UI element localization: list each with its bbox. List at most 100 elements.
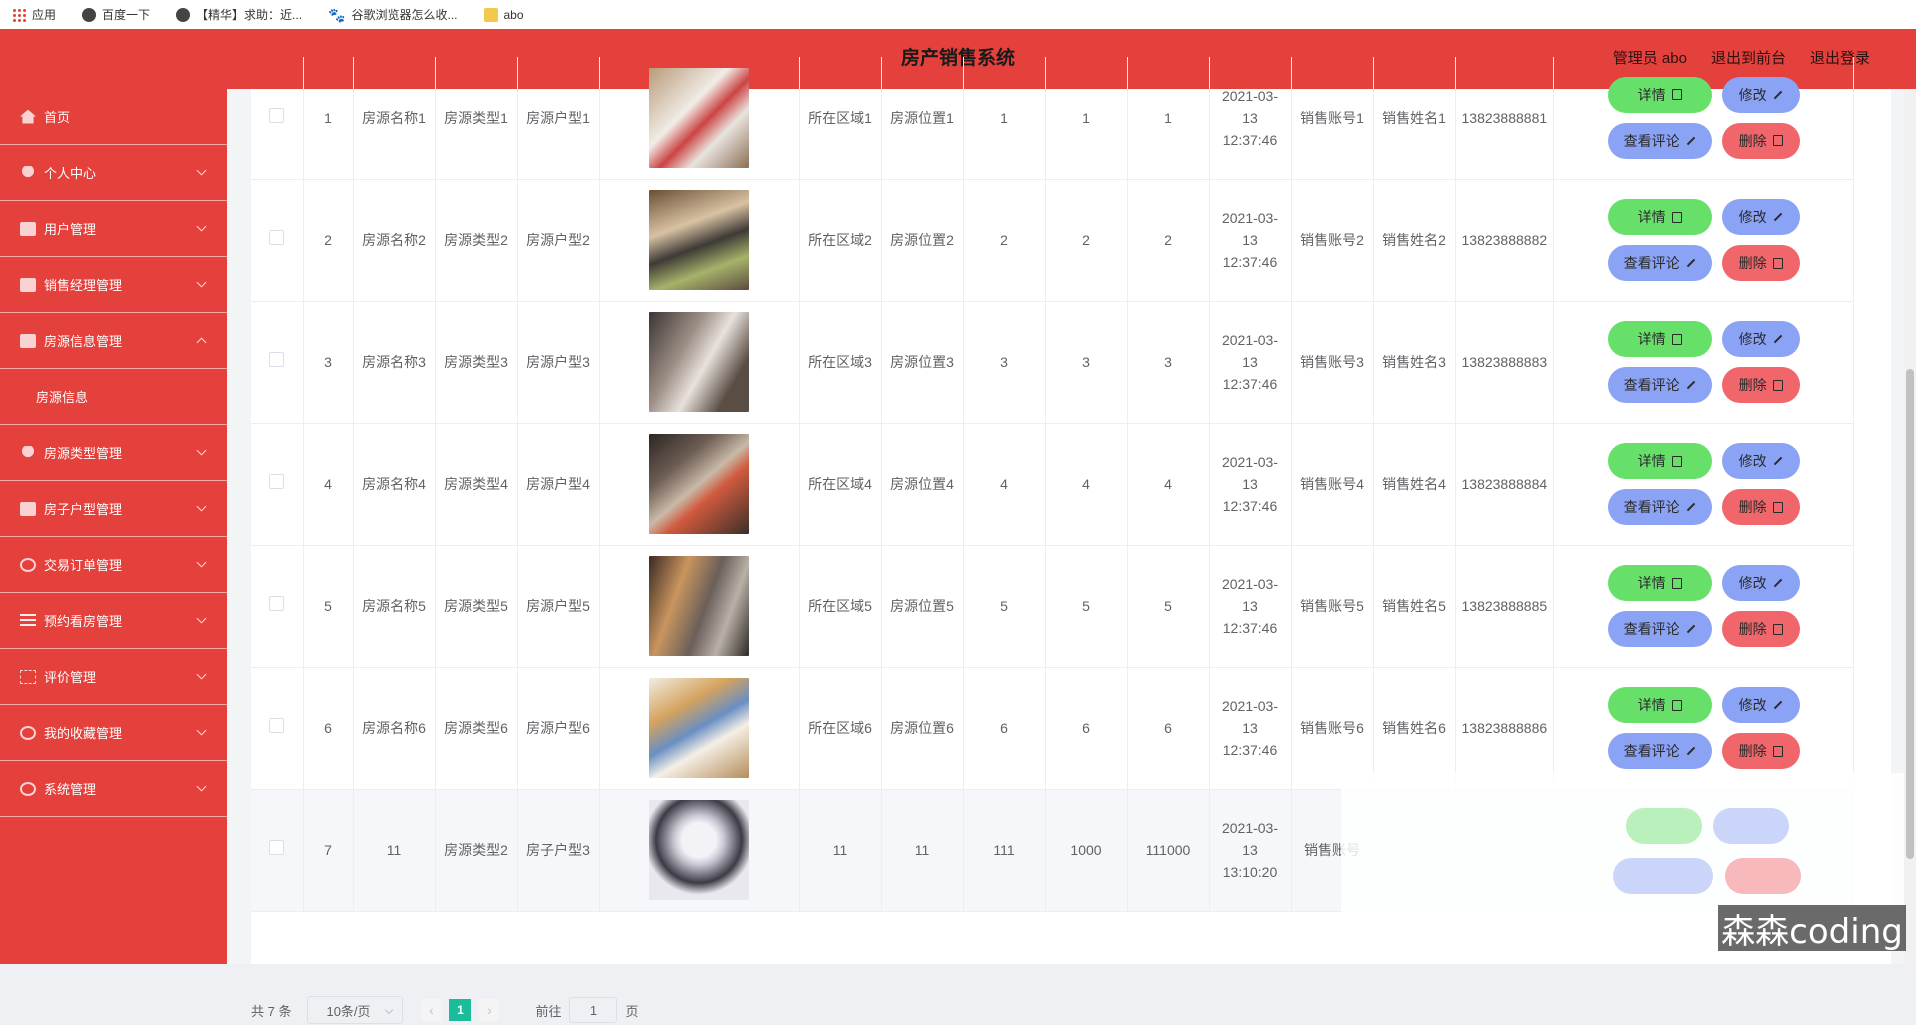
cell-sales-name: 销售姓名1: [1373, 57, 1456, 180]
row-checkbox[interactable]: [269, 230, 285, 245]
next-page-button[interactable]: ›: [479, 999, 500, 1021]
cell-phone: 13823888885: [1455, 545, 1555, 668]
sidebar-item-layouts[interactable]: 房子户型管理: [0, 481, 227, 537]
edit-button[interactable]: 修改: [1721, 565, 1800, 601]
sidebar-item-managers[interactable]: 销售经理管理: [0, 257, 227, 313]
edit-button-label: 修改: [1738, 331, 1767, 347]
edit-button[interactable]: 修改: [1721, 76, 1800, 113]
prev-page-button[interactable]: ‹: [421, 999, 442, 1021]
view-comments-button[interactable]: 查看评论: [1607, 733, 1712, 769]
view-comments-button[interactable]: 查看评论: [1607, 489, 1712, 525]
view-comments-button[interactable]: 查看评论: [1607, 367, 1712, 403]
sidebar-item-orders[interactable]: 交易订单管理: [0, 537, 227, 593]
cell-type: 房源类型6: [435, 667, 518, 790]
edit-button-label: 修改: [1738, 209, 1767, 225]
cell-sales-account: 销售账号5: [1291, 545, 1374, 668]
delete-button[interactable]: 删除: [1721, 245, 1800, 281]
page-number-1[interactable]: 1: [449, 999, 472, 1021]
sidebar-item-home[interactable]: 首页: [0, 89, 227, 145]
edit-button[interactable]: 修改: [1721, 443, 1800, 479]
detail-button[interactable]: 详情: [1607, 443, 1712, 479]
bookmark-baidu[interactable]: 百度一下: [82, 6, 150, 23]
row-select-cell: [251, 301, 304, 424]
view-comments-button[interactable]: 查看评论: [1607, 122, 1712, 159]
cell-type: 房源类型1: [435, 57, 518, 180]
sidebar-item-types[interactable]: 房源类型管理: [0, 425, 227, 481]
chevron-down-icon: [196, 277, 207, 288]
scrollbar-thumb[interactable]: [1906, 369, 1914, 859]
detail-button[interactable]: 详情: [1607, 321, 1712, 357]
delete-button-label: 删除: [1738, 132, 1767, 149]
cell-phone: 13823888882: [1455, 179, 1555, 302]
cell-index: 1: [303, 57, 354, 180]
apps-icon: [12, 7, 26, 22]
sidebar-item-viewings[interactable]: 预约看房管理: [0, 593, 227, 649]
edit-button[interactable]: 修改: [1721, 199, 1800, 235]
edit-button-label: 修改: [1738, 575, 1767, 591]
ring-icon: [20, 557, 36, 572]
delete-button-label: 删除: [1738, 621, 1767, 637]
detail-button[interactable]: 详情: [1607, 687, 1712, 723]
bookmark-abo[interactable]: abo: [483, 7, 524, 22]
trash-icon: [1772, 623, 1783, 635]
row-checkbox[interactable]: [269, 840, 285, 855]
bookmark-apps[interactable]: 应用: [12, 6, 56, 23]
row-checkbox[interactable]: [269, 107, 285, 123]
cell-time: 2021-03-13 12:37:46: [1209, 179, 1292, 302]
delete-button[interactable]: 删除: [1721, 733, 1800, 769]
delete-button[interactable]: 删除: [1721, 489, 1800, 525]
cell-layout: 房源户型4: [517, 423, 600, 546]
bookmark-help[interactable]: 【精华】求助：近...: [176, 6, 302, 23]
cell-area: 所在区域5: [799, 545, 882, 668]
delete-button[interactable]: 删除: [1721, 611, 1800, 647]
goto-page-input[interactable]: 1: [569, 997, 618, 1023]
cell-phone: 13823888883: [1455, 301, 1555, 424]
cell-area: 所在区域3: [799, 301, 882, 424]
page-size-select[interactable]: 10条/页: [307, 996, 404, 1024]
table-row: 6 房源名称6 房源类型6 房源户型6 所在区域6 房源位置6 6 6 6 2021-03-13 …: [251, 667, 1855, 790]
cell-index: 2: [303, 179, 354, 302]
pencil-icon: [1686, 380, 1695, 390]
cell-value-3: 6: [1127, 667, 1210, 790]
row-select-cell: [251, 545, 304, 668]
sidebar-subitem-listing-info[interactable]: 房源信息: [0, 369, 227, 425]
sidebar-item-users[interactable]: 用户管理: [0, 201, 227, 257]
cell-actions: 详情 修改查看评论 删除: [1553, 667, 1855, 790]
cell-photo: [599, 667, 800, 790]
edit-button[interactable]: 修改: [1721, 321, 1800, 357]
bookmarks-bar: 应用 百度一下 【精华】求助：近... 🐾 谷歌浏览器怎么收... abo: [0, 0, 1916, 29]
cell-location: 房源位置5: [881, 545, 964, 668]
cell-value-3: 111000: [1127, 789, 1210, 912]
page-scrollbar[interactable]: [1904, 89, 1916, 964]
sidebar-item-reviews[interactable]: 评价管理: [0, 649, 227, 705]
sidebar-item-listings[interactable]: 房源信息管理: [0, 313, 227, 369]
sidebar-item-profile[interactable]: 个人中心: [0, 145, 227, 201]
cell-sales-name: 销售姓名3: [1373, 301, 1456, 424]
delete-button[interactable]: 删除: [1721, 122, 1800, 159]
view-comments-button[interactable]: 查看评论: [1607, 611, 1712, 647]
delete-button[interactable]: 删除: [1721, 367, 1800, 403]
row-checkbox[interactable]: [269, 718, 285, 733]
view-comments-button-label: 查看评论: [1623, 255, 1680, 271]
blurred-detail-button: [1626, 808, 1702, 844]
edit-button[interactable]: 修改: [1721, 687, 1800, 723]
listing-photo: [649, 67, 749, 168]
document-icon: [1671, 699, 1682, 711]
cell-layout: 房源户型1: [517, 57, 600, 180]
sidebar-item-favorites[interactable]: 我的收藏管理: [0, 705, 227, 761]
bookmark-chrome[interactable]: 🐾 谷歌浏览器怎么收...: [328, 6, 457, 23]
detail-button[interactable]: 详情: [1607, 565, 1712, 601]
cell-photo: [599, 789, 800, 912]
chevron-down-icon: [196, 613, 207, 624]
view-comments-button[interactable]: 查看评论: [1607, 245, 1712, 281]
pagination-total: 共 7 条: [251, 1003, 292, 1019]
row-checkbox[interactable]: [269, 596, 285, 611]
cell-layout: 房源户型3: [517, 301, 600, 424]
row-checkbox[interactable]: [269, 474, 285, 489]
edit-button-label: 修改: [1738, 697, 1767, 713]
briefcase-icon: [20, 333, 36, 348]
sidebar-item-system[interactable]: 系统管理: [0, 761, 227, 817]
detail-button[interactable]: 详情: [1607, 199, 1712, 235]
detail-button[interactable]: 详情: [1607, 76, 1712, 113]
row-checkbox[interactable]: [269, 352, 285, 367]
